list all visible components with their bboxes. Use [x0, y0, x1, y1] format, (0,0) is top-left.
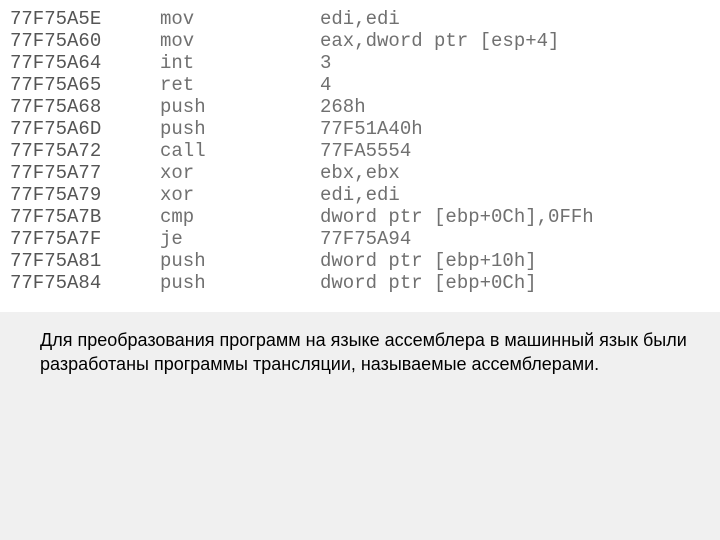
caption-text: Для преобразования программ на языке асс… [0, 312, 720, 376]
mnemonic-cell: xor [160, 184, 320, 206]
mnemonic-cell: xor [160, 162, 320, 184]
mnemonic-cell: call [160, 140, 320, 162]
operands-cell: 77FA5554 [320, 140, 710, 162]
address-cell: 77F75A79 [10, 184, 160, 206]
operands-cell: ebx,ebx [320, 162, 710, 184]
table-row: 77F75A7B cmp dword ptr [ebp+0Ch],0FFh [10, 206, 710, 228]
table-row: 77F75A84 push dword ptr [ebp+0Ch] [10, 272, 710, 294]
mnemonic-cell: ret [160, 74, 320, 96]
table-row: 77F75A7F je 77F75A94 [10, 228, 710, 250]
mnemonic-cell: mov [160, 30, 320, 52]
mnemonic-cell: cmp [160, 206, 320, 228]
address-cell: 77F75A7B [10, 206, 160, 228]
table-row: 77F75A79 xor edi,edi [10, 184, 710, 206]
disassembly-panel: 77F75A5E mov edi,edi 77F75A60 mov eax,dw… [0, 0, 720, 312]
mnemonic-cell: mov [160, 8, 320, 30]
address-cell: 77F75A6D [10, 118, 160, 140]
mnemonic-cell: push [160, 272, 320, 294]
mnemonic-cell: push [160, 96, 320, 118]
operands-cell: edi,edi [320, 8, 710, 30]
address-cell: 77F75A84 [10, 272, 160, 294]
table-row: 77F75A72 call 77FA5554 [10, 140, 710, 162]
table-row: 77F75A6D push 77F51A40h [10, 118, 710, 140]
operands-cell: 77F51A40h [320, 118, 710, 140]
operands-cell: 3 [320, 52, 710, 74]
table-row: 77F75A81 push dword ptr [ebp+10h] [10, 250, 710, 272]
table-row: 77F75A65 ret 4 [10, 74, 710, 96]
mnemonic-cell: push [160, 118, 320, 140]
address-cell: 77F75A77 [10, 162, 160, 184]
table-row: 77F75A5E mov edi,edi [10, 8, 710, 30]
dot-pattern [0, 420, 720, 540]
operands-cell: eax,dword ptr [esp+4] [320, 30, 710, 52]
address-cell: 77F75A7F [10, 228, 160, 250]
corner-decoration [684, 508, 710, 534]
operands-cell: dword ptr [ebp+0Ch] [320, 272, 710, 294]
operands-cell: dword ptr [ebp+0Ch],0FFh [320, 206, 710, 228]
operands-cell: 4 [320, 74, 710, 96]
table-row: 77F75A60 mov eax,dword ptr [esp+4] [10, 30, 710, 52]
table-row: 77F75A77 xor ebx,ebx [10, 162, 710, 184]
operands-cell: dword ptr [ebp+10h] [320, 250, 710, 272]
operands-cell: 268h [320, 96, 710, 118]
address-cell: 77F75A81 [10, 250, 160, 272]
mnemonic-cell: int [160, 52, 320, 74]
table-row: 77F75A68 push 268h [10, 96, 710, 118]
mnemonic-cell: je [160, 228, 320, 250]
address-cell: 77F75A60 [10, 30, 160, 52]
mnemonic-cell: push [160, 250, 320, 272]
operands-cell: 77F75A94 [320, 228, 710, 250]
address-cell: 77F75A65 [10, 74, 160, 96]
address-cell: 77F75A5E [10, 8, 160, 30]
address-cell: 77F75A64 [10, 52, 160, 74]
address-cell: 77F75A72 [10, 140, 160, 162]
address-cell: 77F75A68 [10, 96, 160, 118]
operands-cell: edi,edi [320, 184, 710, 206]
table-row: 77F75A64 int 3 [10, 52, 710, 74]
